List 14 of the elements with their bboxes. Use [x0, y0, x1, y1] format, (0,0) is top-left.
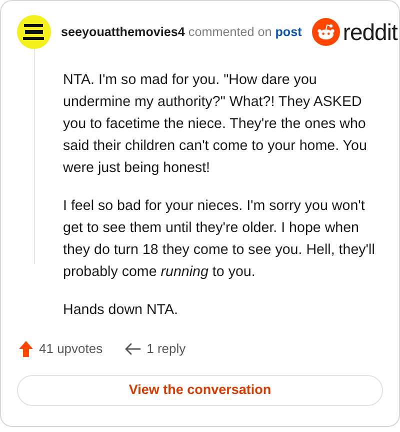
username[interactable]: seeyouatthemovies4	[61, 24, 185, 39]
comment-paragraph: NTA. I'm so mad for you. "How dare you undermine my authority?" What?! They ASKED you to facetime the niece. They're the ones who said their children can't come to your home. You were just being honest!	[63, 71, 368, 178]
view-conversation-button[interactable]: View the conversation	[17, 374, 383, 406]
action-text: commented on	[188, 24, 273, 39]
reply-count: 1 reply	[146, 340, 186, 358]
comment-paragraph: I feel so bad for your nieces. I'm sorry you won't get to see them until they're older. I hope when they do turn 18 they come to see you. Hell, they'll probably come running to you.	[63, 197, 376, 282]
post-link[interactable]: post	[275, 24, 302, 39]
reply-icon[interactable]	[124, 342, 141, 356]
comment-paragraph: Hands down NTA.	[63, 301, 179, 320]
upvote-icon[interactable]	[19, 340, 33, 357]
avatar-icon	[17, 15, 51, 49]
brand-name: reddit	[342, 20, 398, 44]
upvote-count: 41 upvotes	[39, 340, 103, 358]
logo-icon	[312, 18, 340, 46]
